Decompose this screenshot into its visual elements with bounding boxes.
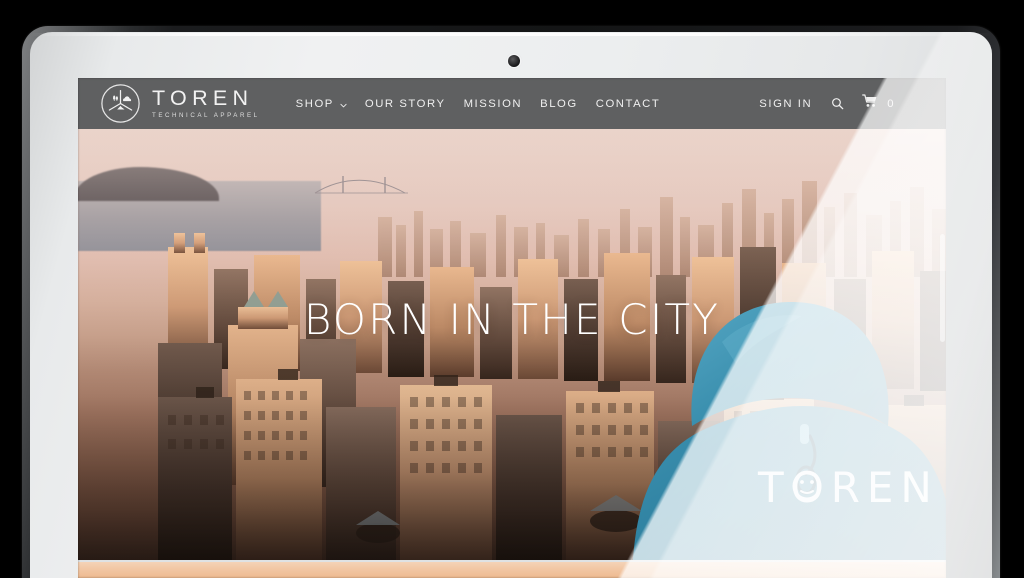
bezel-highlight bbox=[31, 33, 991, 36]
site-header: TOREN TECHNICAL APPAREL SHOP OUR STORY M… bbox=[78, 78, 946, 129]
hero-headline: BORN IN THE CITY bbox=[303, 295, 721, 344]
nav-label-contact: CONTACT bbox=[595, 97, 661, 110]
sign-in-link[interactable]: SIGN IN bbox=[749, 98, 822, 110]
nav-item-blog[interactable]: BLOG bbox=[531, 98, 587, 110]
chevron-down-icon bbox=[340, 100, 347, 108]
brand-wordmark: TOREN TECHNICAL APPAREL bbox=[152, 85, 260, 120]
cart-count: 0 bbox=[887, 97, 894, 110]
nav-item-contact[interactable]: CONTACT bbox=[587, 98, 670, 110]
header-utilities: SIGN IN 0 bbox=[749, 94, 946, 113]
shopping-cart-icon bbox=[862, 94, 878, 113]
nav-item-mission[interactable]: MISSION bbox=[455, 98, 532, 110]
webcam-icon bbox=[508, 55, 520, 67]
brand-tagline: TECHNICAL APPAREL bbox=[152, 112, 260, 120]
scrollbar-thumb[interactable] bbox=[940, 234, 945, 342]
nav-item-shop[interactable]: SHOP bbox=[287, 98, 356, 110]
person-in-toren-jacket: TOREN bbox=[633, 301, 946, 560]
cart-button[interactable]: 0 bbox=[853, 94, 896, 113]
screenshot-stage: TOREN TECHNICAL APPAREL SHOP OUR STORY M… bbox=[0, 0, 1024, 578]
brand-name: TOREN bbox=[152, 85, 254, 110]
nav-label-shop: SHOP bbox=[295, 97, 334, 110]
nav-label-blog: BLOG bbox=[540, 97, 578, 110]
toren-emblem-icon bbox=[100, 83, 141, 124]
browser-viewport: TOREN TECHNICAL APPAREL SHOP OUR STORY M… bbox=[78, 78, 946, 578]
vertical-scrollbar[interactable] bbox=[939, 78, 946, 578]
nav-item-our-story[interactable]: OUR STORY bbox=[356, 98, 455, 110]
jacket-logo-text: TOREN bbox=[757, 463, 939, 512]
next-section-strip bbox=[78, 560, 946, 578]
hero-section: TOREN BORN IN THE CITY bbox=[78, 129, 946, 560]
nav-label-mission: MISSION bbox=[463, 97, 523, 110]
search-icon[interactable] bbox=[822, 97, 853, 110]
main-navigation: SHOP OUR STORY MISSION BLOG CONTACT bbox=[287, 98, 670, 110]
brand-logo[interactable]: TOREN TECHNICAL APPAREL bbox=[78, 83, 260, 124]
nav-label-our-story: OUR STORY bbox=[364, 97, 446, 110]
section-divider bbox=[78, 560, 946, 562]
